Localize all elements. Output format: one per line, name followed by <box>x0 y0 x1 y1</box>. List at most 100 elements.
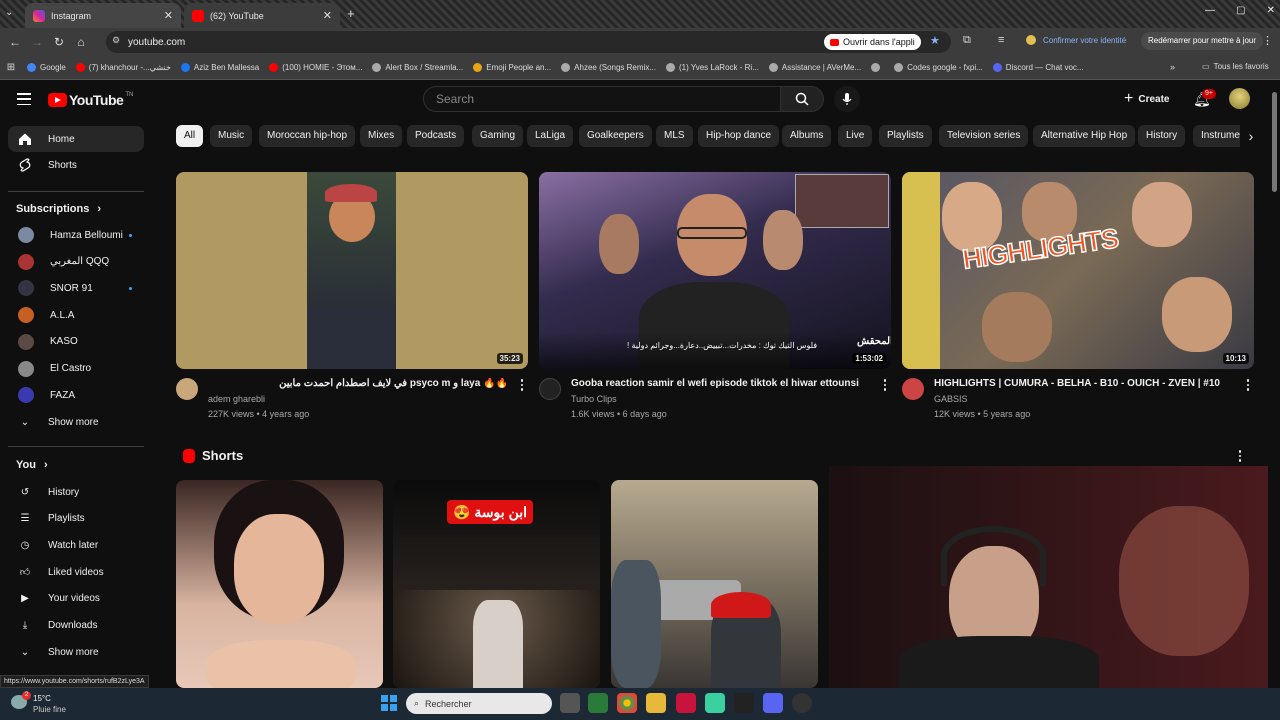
show-more-subscriptions[interactable]: ⌄ Show more <box>8 409 144 435</box>
app-icon[interactable] <box>734 693 754 713</box>
chip-instrumental[interactable]: Instrumental <box>1193 125 1240 147</box>
close-tab-icon[interactable]: ✕ <box>164 9 173 22</box>
more-options-icon[interactable] <box>1245 378 1251 392</box>
bookmark-item[interactable]: Discord — Chat voc... <box>988 63 1089 72</box>
sidebar-item-your-videos[interactable]: ▶ Your videos <box>8 586 144 612</box>
sidebar-subscription[interactable]: المغربي QQQ <box>8 249 144 275</box>
forward-icon[interactable]: → <box>26 35 48 49</box>
close-window-icon[interactable]: ✕ <box>1267 5 1275 16</box>
sidebar-subscription[interactable]: KASO <box>8 329 144 355</box>
bookmark-item[interactable]: (100) HOMIE - Этом... <box>264 63 367 72</box>
video-title[interactable]: 🔥🔥 laya و psyco m في لايف اصطدام أحمدت م… <box>208 378 508 389</box>
chip-albums[interactable]: Albums <box>782 125 832 147</box>
sidebar-item-history[interactable]: ↺ History <box>8 479 144 505</box>
shorts-more-options-icon[interactable] <box>1237 449 1243 463</box>
site-info-icon[interactable]: ⚙ <box>112 35 120 46</box>
chips-next-icon[interactable]: › <box>1240 125 1262 147</box>
chip-goalkeepers[interactable]: Goalkeepers <box>579 125 652 147</box>
tab-list-icon[interactable]: ⌄ <box>5 7 13 18</box>
bookmark-item[interactable]: Aziz Ben Mallessa <box>176 63 264 72</box>
subscriptions-header[interactable]: Subscriptions › <box>16 203 101 215</box>
page-scrollbar[interactable] <box>1268 80 1280 688</box>
back-icon[interactable]: ← <box>4 35 26 49</box>
sidebar-subscription[interactable]: Hamza Belloumi <box>8 222 144 248</box>
app-icon[interactable] <box>676 693 696 713</box>
app-icon[interactable] <box>792 693 812 713</box>
search-input[interactable]: Search <box>423 86 781 112</box>
confirm-identity-link[interactable]: Confirmer votre identité <box>1043 36 1126 45</box>
bookmark-item[interactable]: Alert Box / Streamla... <box>367 63 468 72</box>
chip-podcasts[interactable]: Podcasts <box>407 125 465 147</box>
video-thumbnail[interactable]: 35:23 <box>176 172 528 369</box>
short-thumbnail[interactable] <box>611 480 818 688</box>
chip-moroccan-hip-hop[interactable]: Moroccan hip-hop <box>259 125 356 147</box>
chip-television-series[interactable]: Television series <box>939 125 1029 147</box>
bookmark-item[interactable]: Codes google - fxpi... <box>889 63 988 72</box>
sidebar-subscription[interactable]: SNOR 91 <box>8 275 144 301</box>
more-options-icon[interactable] <box>519 378 525 392</box>
sidebar-item-downloads[interactable]: ⤓ Downloads <box>8 613 144 639</box>
profile-icon[interactable] <box>1026 35 1036 45</box>
chip-playlists[interactable]: Playlists <box>879 125 932 147</box>
video-title[interactable]: Gooba reaction samir el wefi episode tik… <box>571 378 871 389</box>
bookmark-item[interactable]: Ahzee (Songs Remix... <box>556 63 661 72</box>
voice-search-button[interactable] <box>834 86 860 112</box>
bookmark-item[interactable]: Google <box>22 63 71 72</box>
app-icon[interactable] <box>588 693 608 713</box>
video-thumbnail[interactable]: HIGHLIGHTS 10:13 <box>902 172 1254 369</box>
discord-icon[interactable] <box>763 693 783 713</box>
search-button[interactable] <box>780 86 824 112</box>
sidebar-subscription[interactable]: A.L.A <box>8 302 144 328</box>
more-options-icon[interactable] <box>882 378 888 392</box>
channel-avatar[interactable] <box>539 378 561 400</box>
show-more-you[interactable]: ⌄ Show more <box>8 639 144 665</box>
app-icon[interactable] <box>705 693 725 713</box>
restart-update-button[interactable]: Redémarrer pour mettre à jour <box>1141 32 1264 50</box>
close-tab-icon[interactable]: ✕ <box>323 9 332 22</box>
chip-laliga[interactable]: LaLiga <box>527 125 574 147</box>
bookmark-item[interactable]: (7) khanchour -...خنشي <box>71 63 176 72</box>
bookmark-item[interactable]: Assistance | AVerMe... <box>764 63 866 72</box>
new-tab-button[interactable]: + <box>347 6 355 21</box>
file-explorer-icon[interactable] <box>646 693 666 713</box>
home-icon[interactable]: ⌂ <box>70 35 92 49</box>
youtube-logo[interactable]: YouTube TN <box>48 92 133 108</box>
bookmark-star-icon[interactable]: ★ <box>930 34 940 47</box>
chip-live[interactable]: Live <box>838 125 873 147</box>
scrollbar-thumb[interactable] <box>1272 92 1277 192</box>
sidebar-item-playlists[interactable]: ☰ Playlists <box>8 506 144 532</box>
video-title[interactable]: HIGHLIGHTS | CUMURA - BELHA - B10 - OUIC… <box>934 378 1234 389</box>
weather-desc[interactable]: Pluie fine <box>33 705 66 714</box>
account-avatar[interactable] <box>1229 88 1250 109</box>
channel-name[interactable]: Turbo Clips <box>571 394 617 404</box>
chip-history[interactable]: History <box>1138 125 1186 147</box>
bookmark-item[interactable] <box>866 63 889 72</box>
sidebar-item-watch-later[interactable]: ◷ Watch later <box>8 532 144 558</box>
reload-icon[interactable]: ↻ <box>48 35 70 49</box>
windows-start-icon[interactable] <box>381 695 397 711</box>
short-thumbnail[interactable]: ابن بوسة 😍 <box>393 480 600 688</box>
tab-youtube[interactable]: (62) YouTube ✕ <box>184 3 340 28</box>
maximize-icon[interactable]: ▢ <box>1236 5 1245 16</box>
all-bookmarks-folder[interactable]: ▭ Tous les favoris <box>1202 62 1269 71</box>
sidebar-item-home[interactable]: Home <box>8 126 144 152</box>
minimize-icon[interactable]: — <box>1205 5 1215 16</box>
browser-menu-icon[interactable]: ⋮ <box>1262 34 1273 47</box>
sidebar-subscription[interactable]: El Castro <box>8 356 144 382</box>
chrome-icon[interactable] <box>617 693 637 713</box>
channel-name[interactable]: adem gharebli <box>208 394 265 404</box>
bookmark-item[interactable]: (1) Yves LaRock - Ri... <box>661 63 764 72</box>
open-in-app-button[interactable]: Ouvrir dans l'appli <box>824 34 921 50</box>
chip-music[interactable]: Music <box>210 125 253 147</box>
tab-instagram[interactable]: Instagram ✕ <box>25 3 181 28</box>
apps-icon[interactable]: ⊞ <box>0 62 22 73</box>
channel-avatar[interactable] <box>902 378 924 400</box>
create-button[interactable]: + Create <box>1124 89 1169 109</box>
bookmark-item[interactable]: Emoji People an... <box>468 63 556 72</box>
chip-mls[interactable]: MLS <box>656 125 693 147</box>
chip-mixes[interactable]: Mixes <box>360 125 403 147</box>
sidebar-subscription[interactable]: FAZA <box>8 382 144 408</box>
weather-temp[interactable]: 15°C <box>33 694 51 703</box>
task-view-icon[interactable] <box>560 693 580 713</box>
you-header[interactable]: You › <box>16 459 48 471</box>
